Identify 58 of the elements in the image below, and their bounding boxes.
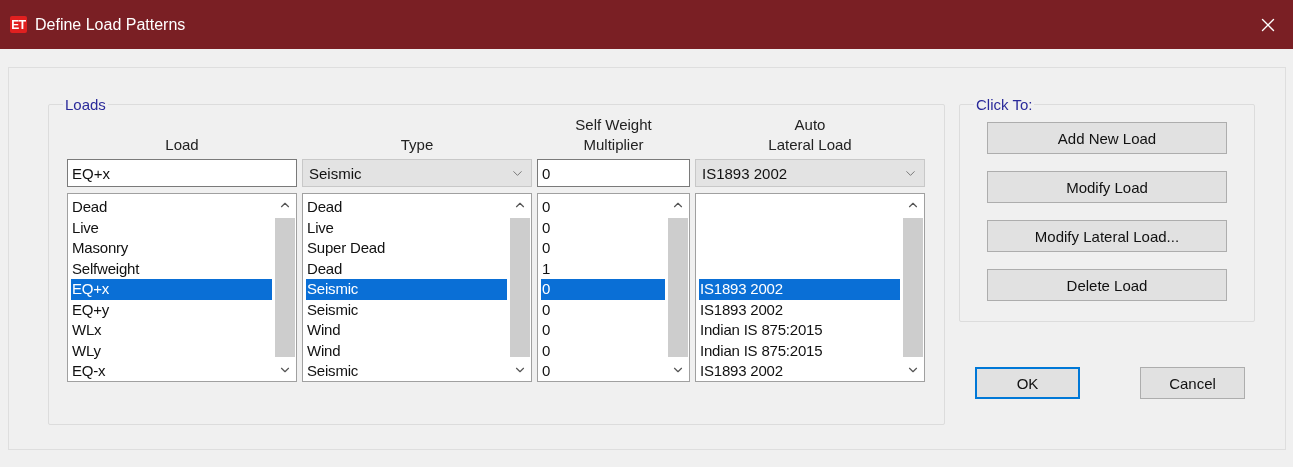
column-header: Load: [165, 135, 199, 155]
group-legend: Loads: [63, 96, 108, 113]
list-item[interactable]: WLy: [71, 340, 272, 361]
list-item[interactable]: WLx: [71, 320, 272, 341]
list-item[interactable]: Super Dead: [306, 238, 507, 259]
action-button[interactable]: Modify Load: [987, 171, 1227, 203]
scrollbar-thumb[interactable]: [668, 218, 688, 357]
list-box[interactable]: IS1893 2002 IS1893 2002 Indian IS 875:2015 Indian IS 875:2015 IS1893 2002: [695, 193, 925, 382]
list-item[interactable]: Seismic: [306, 279, 507, 300]
list-item[interactable]: Wind: [306, 340, 507, 361]
list-item[interactable]: Masonry: [71, 238, 272, 259]
list-item[interactable]: 0: [541, 279, 665, 300]
list-item[interactable]: Indian IS 875:2015: [699, 340, 900, 361]
list-item[interactable]: Selfweight: [71, 258, 272, 279]
list-item[interactable]: Seismic: [306, 361, 507, 382]
dropdown[interactable]: Seismic: [302, 159, 532, 187]
list-item[interactable]: IS1893 2002: [699, 299, 900, 320]
app-logo: ET: [10, 16, 27, 33]
list-box[interactable]: Dead Live Masonry Selfweight EQ+x EQ+y WLx WLy EQ-x: [67, 193, 297, 382]
list-item[interactable]: 0: [541, 340, 665, 361]
input-field[interactable]: 0: [537, 159, 690, 187]
list-item[interactable]: 0: [541, 320, 665, 341]
column-header: Self Weight Multiplier: [575, 115, 652, 155]
list-item[interactable]: EQ+y: [71, 299, 272, 320]
input-field[interactable]: EQ+x: [67, 159, 297, 187]
list-item[interactable]: IS1893 2002: [699, 279, 900, 300]
list-item[interactable]: 0: [541, 197, 665, 218]
action-button[interactable]: Delete Load: [987, 269, 1227, 301]
list-item[interactable]: Dead: [306, 258, 507, 279]
list-item[interactable]: EQ-x: [71, 361, 272, 382]
group-legend: Click To:: [974, 96, 1035, 113]
list-item[interactable]: Wind: [306, 320, 507, 341]
dropdown[interactable]: IS1893 2002: [695, 159, 925, 187]
list-item[interactable]: Dead: [71, 197, 272, 218]
list-box[interactable]: Dead Live Super Dead Dead Seismic Seismic Wind Wind Seismic: [302, 193, 532, 382]
list-item[interactable]: EQ+x: [71, 279, 272, 300]
list-item[interactable]: 0: [541, 217, 665, 238]
list-item[interactable]: IS1893 2002: [699, 361, 900, 382]
ok-button[interactable]: OK: [975, 367, 1080, 399]
column-header: Type: [400, 135, 434, 155]
list-box[interactable]: 0 0 0 1 0 0 0 0 0: [537, 193, 690, 382]
cancel-button[interactable]: Cancel: [1140, 367, 1245, 399]
list-item[interactable]: 0: [541, 238, 665, 259]
action-button[interactable]: Add New Load: [987, 122, 1227, 154]
list-item[interactable]: 0: [541, 299, 665, 320]
window-title: Define Load Patterns: [35, 15, 187, 34]
list-item[interactable]: Live: [71, 217, 272, 238]
list-item[interactable]: 0: [541, 361, 665, 382]
scrollbar-thumb[interactable]: [510, 218, 530, 357]
list-item[interactable]: Live: [306, 217, 507, 238]
scrollbar-thumb[interactable]: [275, 218, 295, 357]
column-header: Auto Lateral Load: [768, 115, 852, 155]
list-item[interactable]: Indian IS 875:2015: [699, 320, 900, 341]
list-item[interactable]: Seismic: [306, 299, 507, 320]
scrollbar-thumb[interactable]: [903, 218, 923, 357]
list-item[interactable]: 1: [541, 258, 665, 279]
action-button[interactable]: Modify Lateral Load...: [987, 220, 1227, 252]
list-item[interactable]: Dead: [306, 197, 507, 218]
